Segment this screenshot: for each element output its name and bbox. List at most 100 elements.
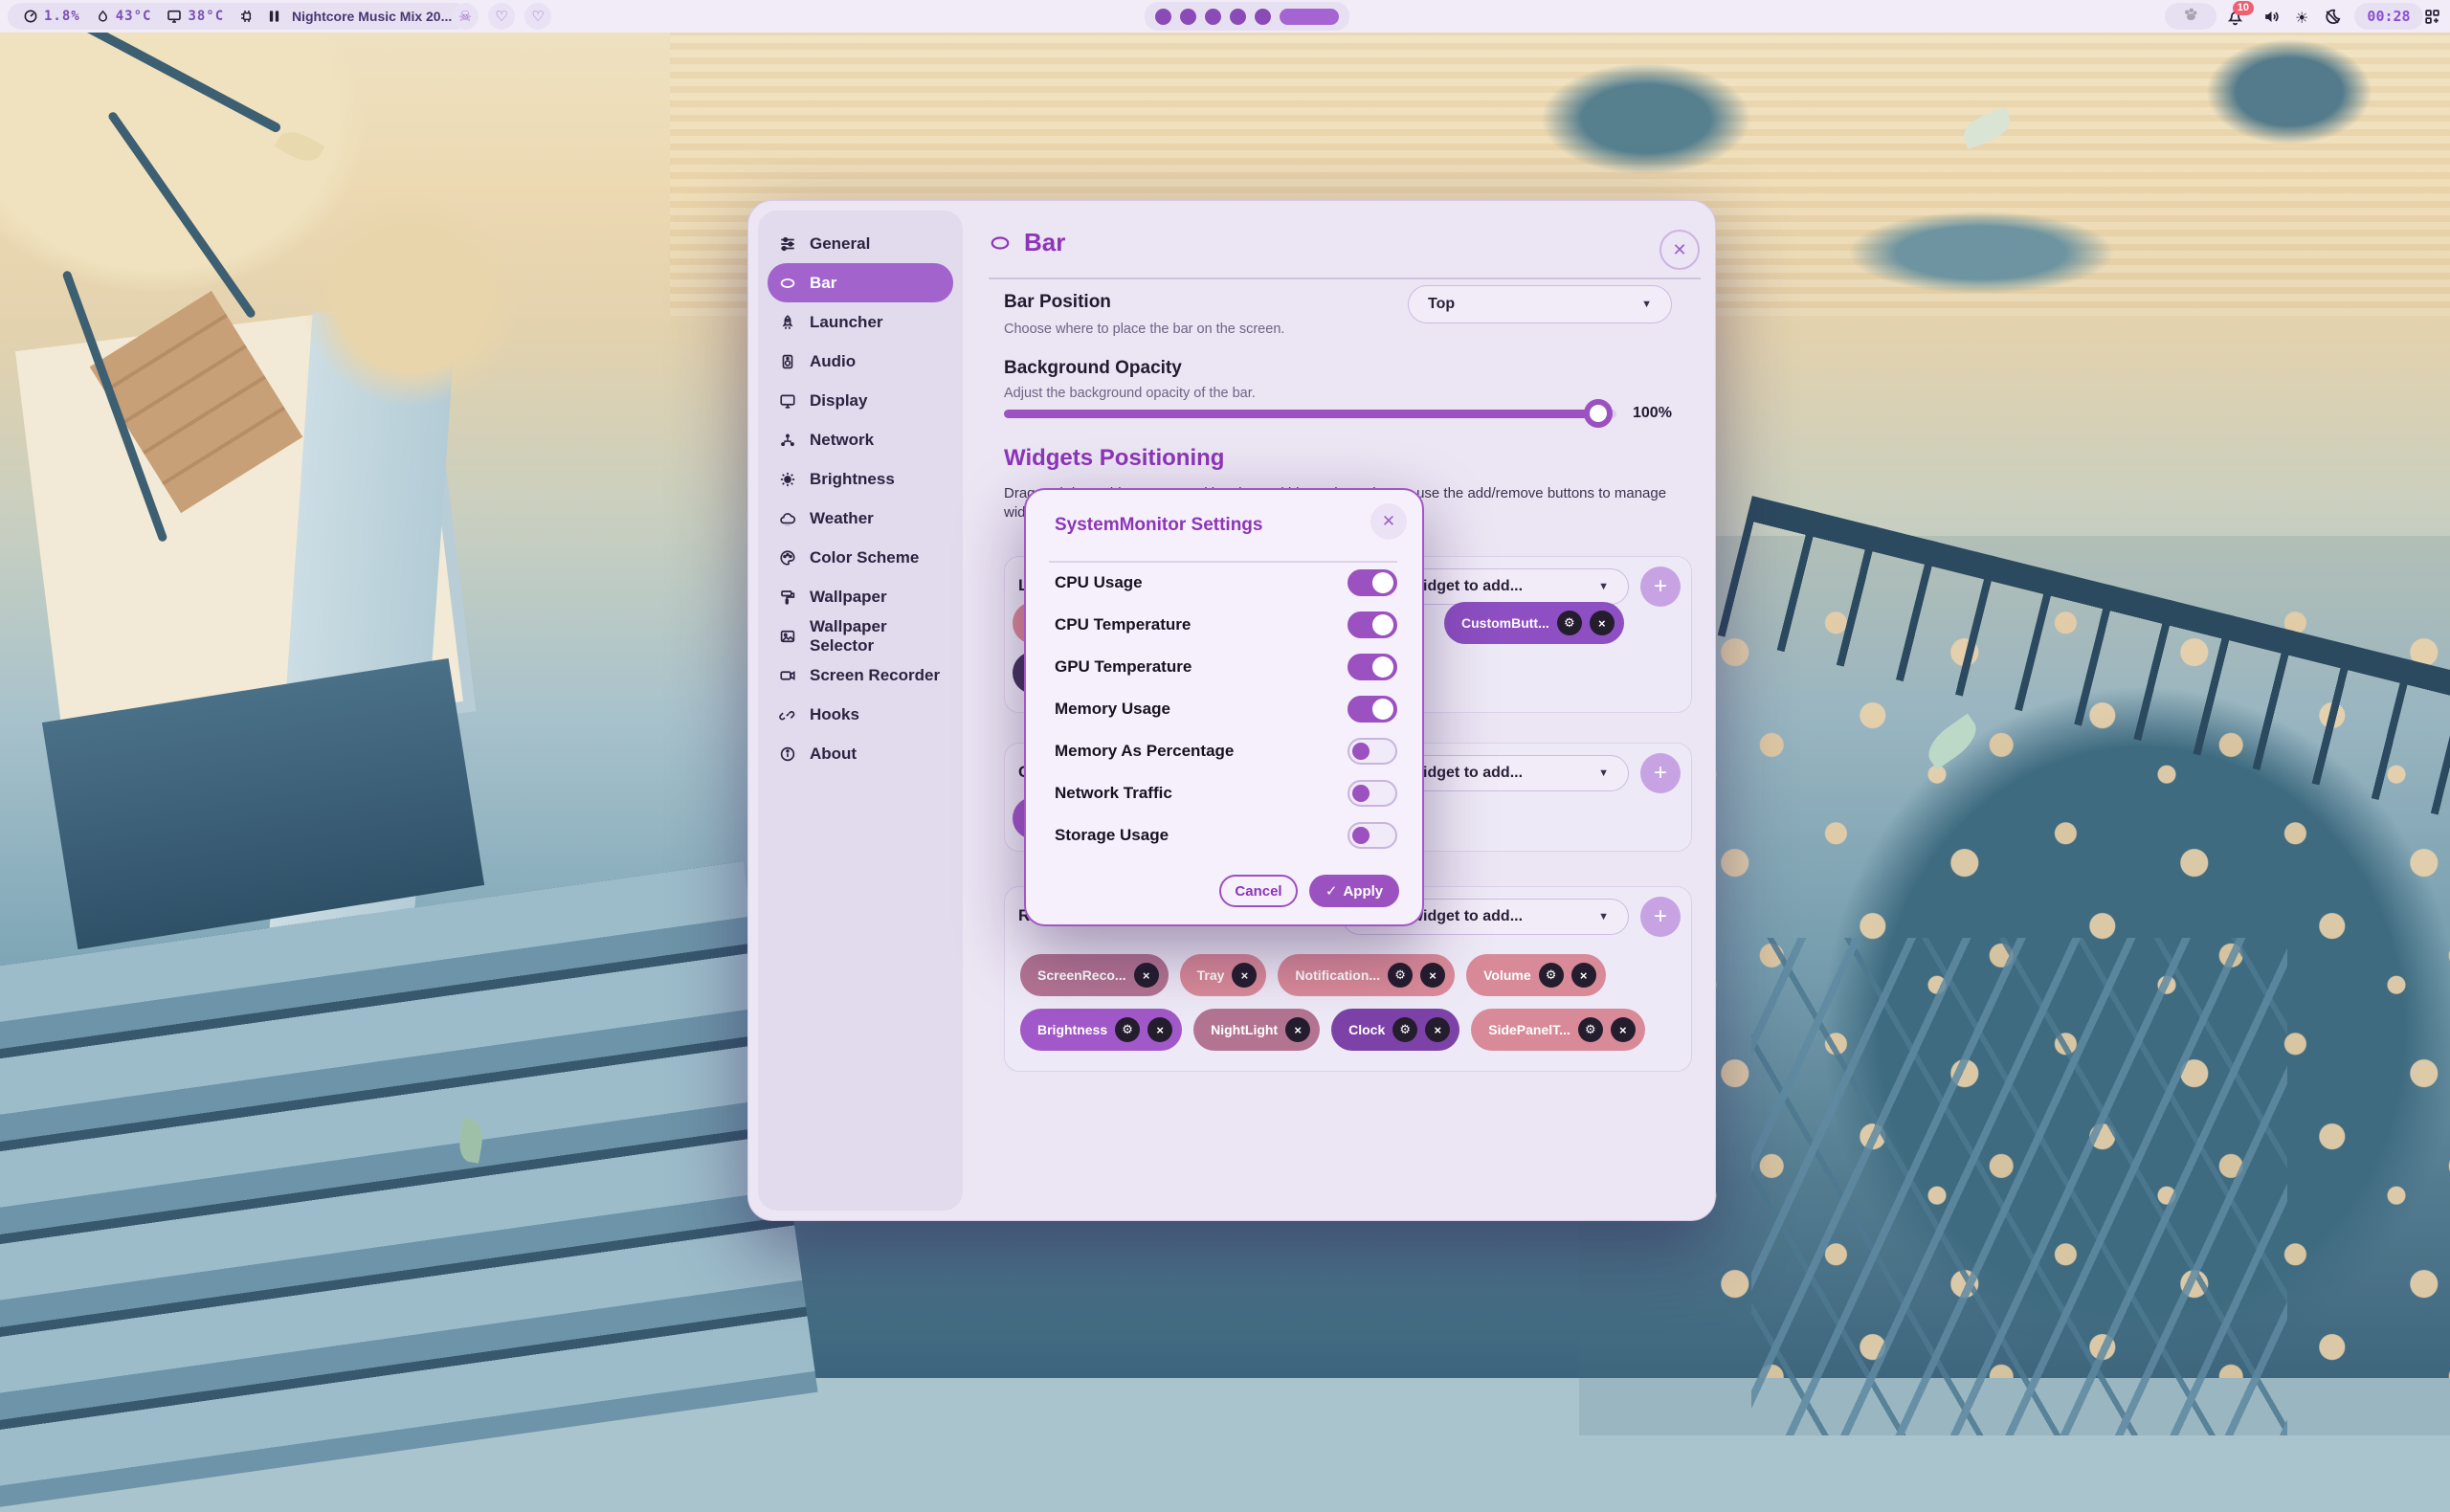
widget-chip-brightness[interactable]: Brightness ⚙ ×	[1020, 1009, 1182, 1051]
volume-button[interactable]	[2262, 8, 2281, 26]
window-close-button[interactable]: ✕	[1659, 230, 1700, 270]
systemmonitor-settings-dialog: SystemMonitor Settings ✕ CPU Usage CPU T…	[1024, 488, 1424, 926]
workspace-active-pill[interactable]	[1280, 9, 1339, 25]
center-widgets-add-button[interactable]: +	[1640, 753, 1681, 793]
sidebar-item-launcher[interactable]: Launcher	[768, 302, 953, 342]
widget-remove-icon[interactable]: ×	[1232, 963, 1257, 988]
workspace-dot-4[interactable]	[1230, 9, 1246, 25]
widget-remove-icon[interactable]: ×	[1571, 963, 1596, 988]
widget-chip-notifications[interactable]: Notification... ⚙ ×	[1278, 954, 1455, 996]
workspace-dot-2[interactable]	[1180, 9, 1196, 25]
sidebar-item-brightness[interactable]: Brightness	[768, 459, 953, 499]
widget-remove-icon[interactable]: ×	[1611, 1017, 1636, 1042]
sidebar-item-wallpaper[interactable]: Wallpaper	[768, 577, 953, 616]
pause-icon	[268, 10, 280, 23]
wallpaper-stairs	[0, 861, 818, 1512]
image-icon	[779, 628, 796, 645]
sun-icon: ☀	[2295, 9, 2308, 28]
heart-button[interactable]: ♡	[488, 3, 515, 30]
widget-remove-icon[interactable]: ×	[1285, 1017, 1310, 1042]
storage-usage-toggle[interactable]	[1348, 822, 1397, 849]
gpu-temperature-toggle[interactable]	[1348, 654, 1397, 680]
sidebar-item-network[interactable]: Network	[768, 420, 953, 459]
clock-module[interactable]: 00:28	[2354, 3, 2423, 30]
rocket-icon	[779, 314, 796, 331]
sidebar-item-wallpaper-selector[interactable]: Wallpaper Selector	[768, 616, 953, 656]
sidebar-item-general[interactable]: General	[768, 224, 953, 263]
sidebar-item-screen-recorder[interactable]: Screen Recorder	[768, 656, 953, 695]
notifications-button[interactable]: 10	[2226, 8, 2244, 26]
speaker-icon	[2262, 8, 2281, 26]
dashboard-button[interactable]	[2423, 8, 2441, 26]
widgets-positioning-title: Widgets Positioning	[1004, 445, 1224, 472]
brightness-button[interactable]: ☀	[2295, 9, 2308, 28]
paint-roller-icon	[779, 589, 796, 606]
memory-as-percentage-toggle[interactable]	[1348, 738, 1397, 765]
widget-settings-icon[interactable]: ⚙	[1392, 1017, 1417, 1042]
bar-position-dropdown[interactable]: Top ▼	[1408, 285, 1672, 323]
widget-chip-screenrecorder[interactable]: ScreenReco... ×	[1020, 954, 1169, 996]
heart-button[interactable]: ♡	[524, 3, 551, 30]
widget-settings-icon[interactable]: ⚙	[1115, 1017, 1140, 1042]
workspace-dot-3[interactable]	[1205, 9, 1221, 25]
video-camera-icon	[779, 667, 796, 684]
background-opacity-label: Background Opacity	[1004, 358, 1182, 379]
right-widgets-add-button[interactable]: +	[1640, 897, 1681, 937]
widget-remove-icon[interactable]: ×	[1134, 963, 1159, 988]
wallpaper-foliage-top-left	[0, 0, 593, 478]
widget-remove-icon[interactable]: ×	[1425, 1017, 1450, 1042]
skull-button[interactable]: ☠	[452, 3, 479, 30]
widget-chip-sidepanel[interactable]: SidePanelT... ⚙ ×	[1471, 1009, 1645, 1051]
toggle-row-cpu-usage: CPU Usage	[1055, 562, 1397, 604]
toggle-row-cpu-temperature: CPU Temperature	[1055, 604, 1397, 646]
toggle-row-gpu-temperature: GPU Temperature	[1055, 646, 1397, 688]
dialog-close-button[interactable]: ✕	[1370, 503, 1407, 540]
cpu-temp-stat: 43°C	[96, 9, 152, 24]
memory-usage-toggle[interactable]	[1348, 696, 1397, 723]
slider-knob[interactable]	[1584, 399, 1613, 428]
page-title: Bar	[990, 228, 1065, 257]
night-light-button[interactable]	[2324, 8, 2342, 26]
cpu-usage-toggle[interactable]	[1348, 569, 1397, 596]
sidebar-item-audio[interactable]: Audio	[768, 342, 953, 381]
dialog-title: SystemMonitor Settings	[1055, 515, 1262, 536]
background-opacity-slider[interactable]	[1004, 410, 1616, 418]
cancel-button[interactable]: Cancel	[1219, 875, 1298, 907]
workspace-dot-1[interactable]	[1155, 9, 1171, 25]
widget-settings-icon[interactable]: ⚙	[1388, 963, 1413, 988]
widget-chip-volume[interactable]: Volume ⚙ ×	[1466, 954, 1606, 996]
sidebar-item-bar[interactable]: Bar	[768, 263, 953, 302]
apply-button[interactable]: ✓ Apply	[1309, 875, 1399, 907]
left-widgets-add-button[interactable]: +	[1640, 567, 1681, 607]
cloud-icon	[779, 510, 796, 527]
monitor-icon	[779, 392, 796, 410]
sidebar-item-hooks[interactable]: Hooks	[768, 695, 953, 734]
widget-settings-icon[interactable]: ⚙	[1557, 611, 1582, 635]
widget-chip-nightlight[interactable]: NightLight ×	[1193, 1009, 1320, 1051]
widget-chip-tray[interactable]: Tray ×	[1180, 954, 1267, 996]
sidebar-item-about[interactable]: About	[768, 734, 953, 773]
sidebar-item-color-scheme[interactable]: Color Scheme	[768, 538, 953, 577]
bar-position-description: Choose where to place the bar on the scr…	[1004, 322, 1284, 337]
sidebar-item-display[interactable]: Display	[768, 381, 953, 420]
toggle-row-memory-as-percentage: Memory As Percentage	[1055, 730, 1397, 772]
clock-text: 00:28	[2367, 8, 2410, 25]
widget-remove-icon[interactable]: ×	[1420, 963, 1445, 988]
sliders-icon	[779, 235, 796, 253]
tray-app-button[interactable]	[2165, 3, 2216, 30]
network-traffic-toggle[interactable]	[1348, 780, 1397, 807]
widget-remove-icon[interactable]: ×	[1147, 1017, 1172, 1042]
toggle-row-network-traffic: Network Traffic	[1055, 772, 1397, 814]
sidebar-item-weather[interactable]: Weather	[768, 499, 953, 538]
widget-remove-icon[interactable]: ×	[1590, 611, 1615, 635]
workspace-dot-5[interactable]	[1255, 9, 1271, 25]
widget-settings-icon[interactable]: ⚙	[1578, 1017, 1603, 1042]
toggle-row-storage-usage: Storage Usage	[1055, 814, 1397, 856]
check-icon: ✓	[1325, 882, 1338, 900]
media-player-module[interactable]: Nightcore Music Mix 20...	[251, 3, 469, 30]
widget-settings-icon[interactable]: ⚙	[1539, 963, 1564, 988]
chevron-down-icon: ▼	[1598, 767, 1609, 779]
widget-chip-custombutton[interactable]: CustomButt... ⚙ ×	[1444, 602, 1624, 644]
widget-chip-clock[interactable]: Clock ⚙ ×	[1331, 1009, 1459, 1051]
cpu-temperature-toggle[interactable]	[1348, 611, 1397, 638]
